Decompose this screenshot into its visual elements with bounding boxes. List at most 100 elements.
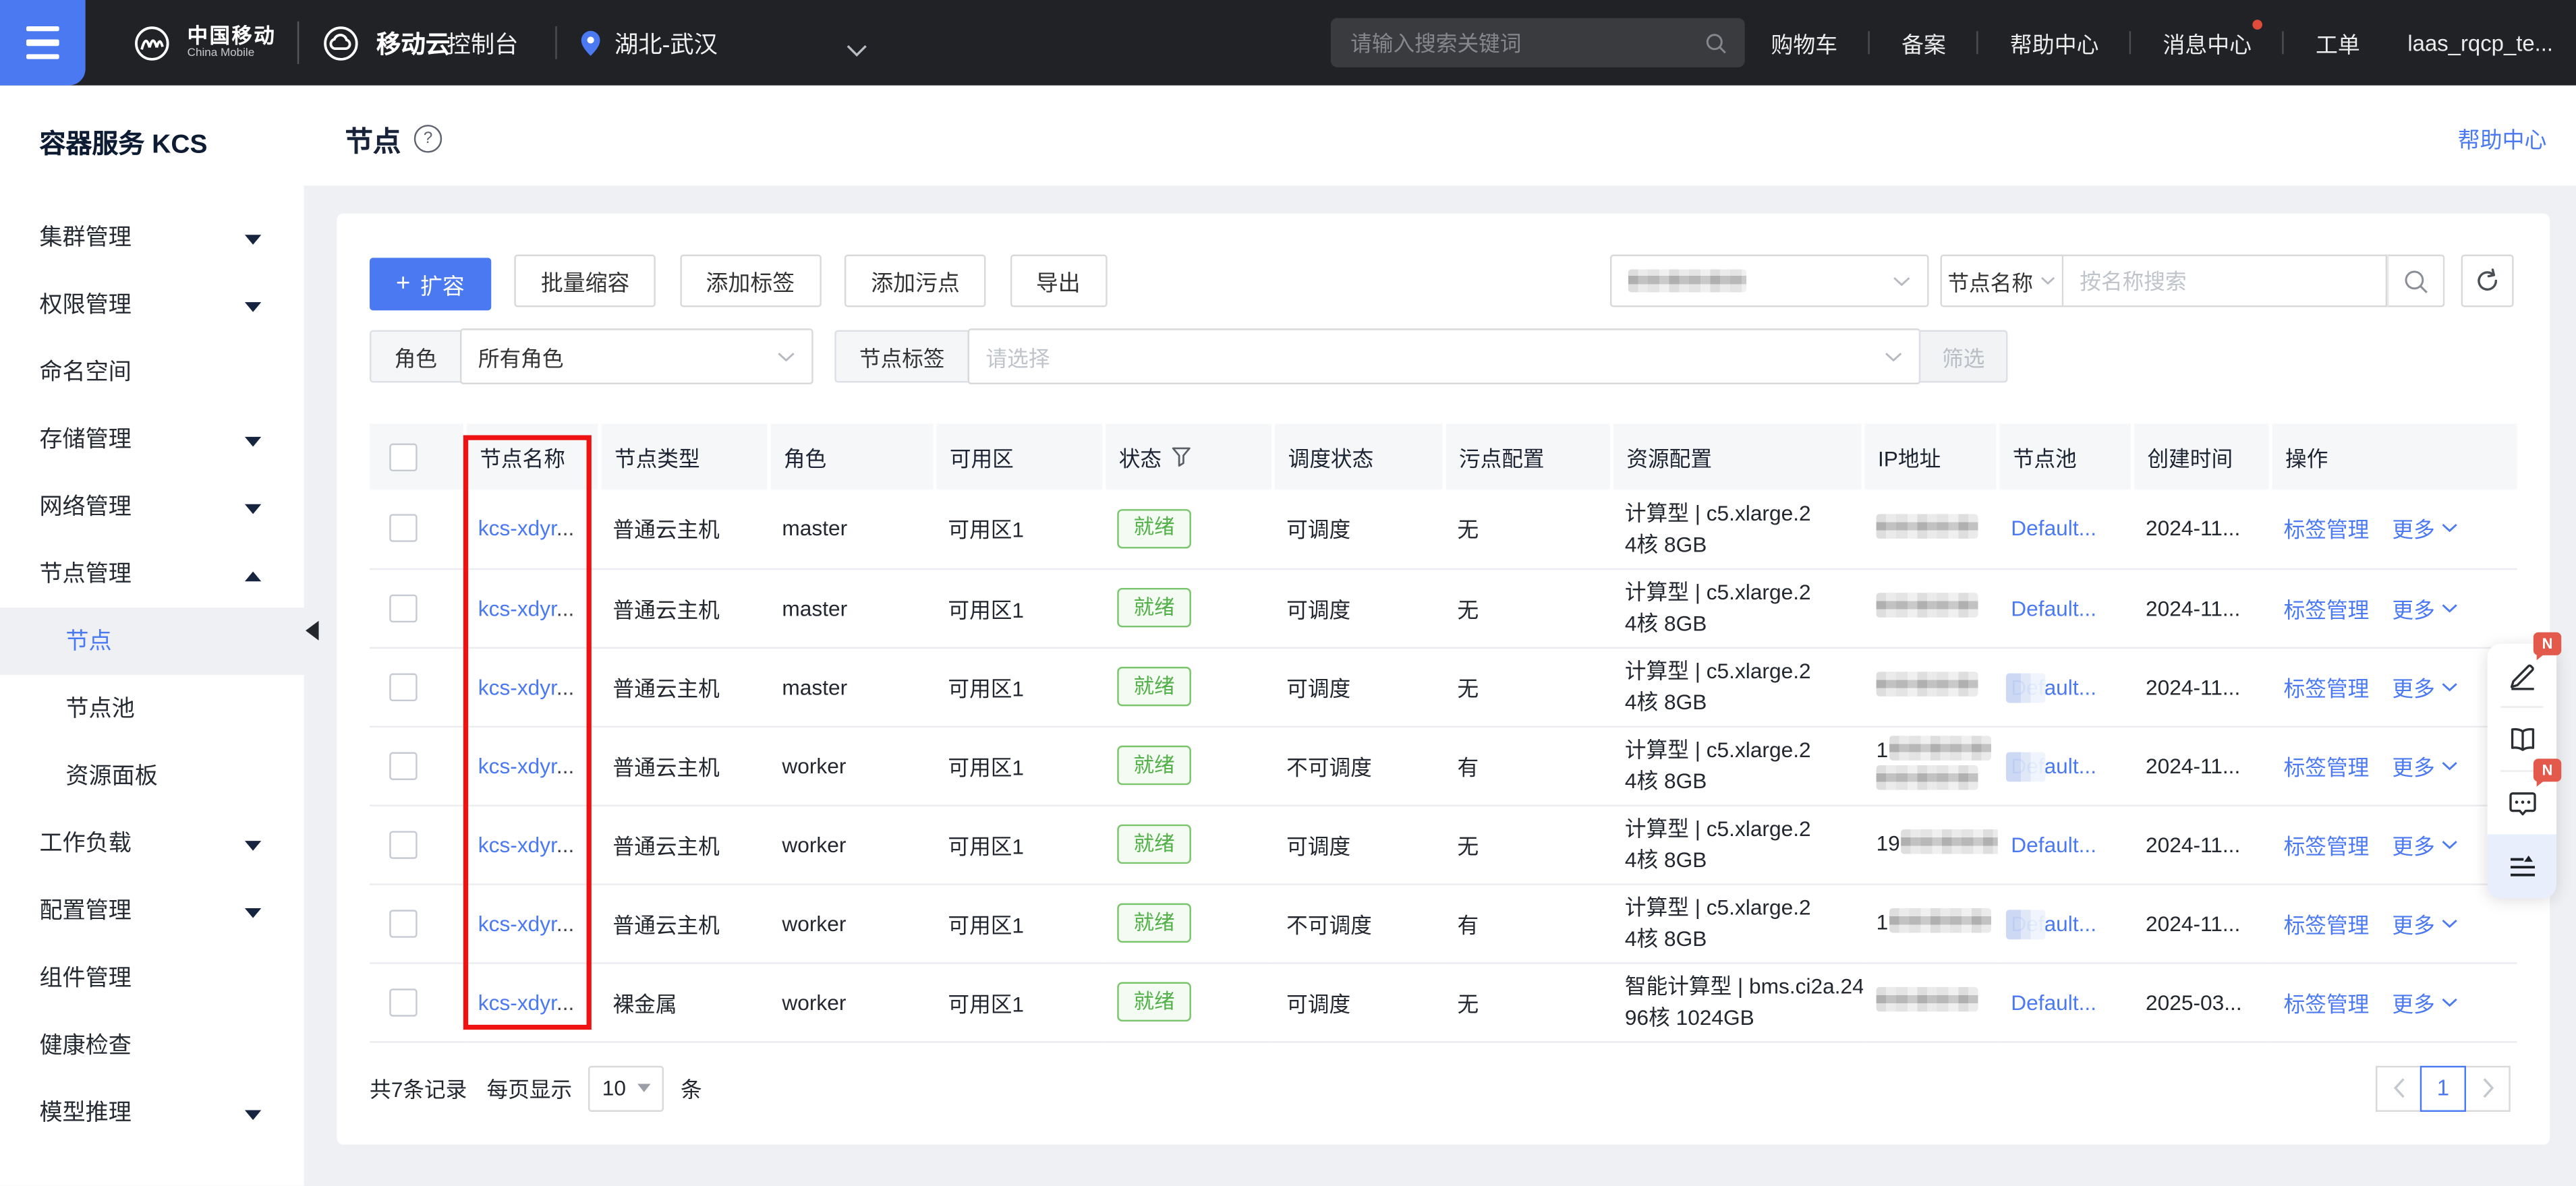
page-size-select[interactable]: 10 bbox=[589, 1065, 664, 1111]
sidebar-item-namespace[interactable]: 命名空间 bbox=[0, 338, 304, 406]
row-checkbox[interactable] bbox=[389, 909, 417, 937]
node-pool-link[interactable]: Default... bbox=[2011, 516, 2096, 541]
help-question-icon[interactable]: ? bbox=[414, 125, 442, 152]
global-search-input[interactable] bbox=[1347, 29, 1704, 57]
row-checkbox[interactable] bbox=[389, 514, 417, 542]
node-tag-filter-select[interactable]: 请选择 bbox=[968, 328, 1921, 384]
sidebar-collapse-handle[interactable] bbox=[306, 621, 318, 641]
node-pool-link[interactable]: Default... bbox=[2011, 911, 2096, 936]
more-actions-link[interactable]: 更多 bbox=[2392, 908, 2457, 939]
node-search-input[interactable] bbox=[2063, 268, 2385, 293]
chevron-down-icon bbox=[777, 351, 795, 362]
tag-manage-link[interactable]: 标签管理 bbox=[2284, 912, 2370, 937]
more-actions-link[interactable]: 更多 bbox=[2392, 671, 2457, 702]
node-name-link[interactable]: kcs-xdyr... bbox=[478, 911, 575, 936]
sidebar-item-node-management[interactable]: 节点管理 bbox=[0, 540, 304, 607]
sidebar-item-component-management[interactable]: 组件管理 bbox=[0, 945, 304, 1012]
node-name-cell: kcs-xdyr... bbox=[465, 647, 600, 726]
page-help-center-link[interactable]: 帮助中心 bbox=[2458, 121, 2547, 154]
refresh-button[interactable] bbox=[2461, 255, 2514, 307]
node-search-field[interactable] bbox=[2063, 255, 2387, 307]
sidebar-subitem-node-pool[interactable]: 节点池 bbox=[0, 675, 304, 742]
sidebar-item-storage-management[interactable]: 存储管理 bbox=[0, 406, 304, 473]
more-actions-link[interactable]: 更多 bbox=[2392, 592, 2457, 623]
tag-manage-link[interactable]: 标签管理 bbox=[2284, 676, 2370, 701]
node-name-link[interactable]: kcs-xdyr... bbox=[478, 516, 575, 541]
node-name-link[interactable]: kcs-xdyr... bbox=[478, 595, 575, 620]
tag-manage-link[interactable]: 标签管理 bbox=[2284, 833, 2370, 858]
caret-down-icon bbox=[637, 1084, 650, 1092]
sidebar-item-config-management[interactable]: 配置管理 bbox=[0, 877, 304, 945]
filter-funnel-icon[interactable] bbox=[1172, 446, 1191, 467]
more-actions-link[interactable]: 更多 bbox=[2392, 829, 2457, 860]
node-name-link[interactable]: kcs-xdyr... bbox=[478, 832, 575, 857]
nav-ticket-link[interactable]: 工单 bbox=[2316, 26, 2360, 59]
chevron-down-icon[interactable] bbox=[846, 36, 867, 66]
table-footer: 共7条记录 每页显示 10 条 1 bbox=[370, 1065, 2517, 1111]
tag-manage-link[interactable]: 标签管理 bbox=[2284, 518, 2370, 543]
node-pool-link[interactable]: Default... bbox=[2011, 990, 2096, 1015]
node-pool-link[interactable]: Default... bbox=[2011, 674, 2096, 699]
sidebar-subitem-node[interactable]: 节点 bbox=[0, 607, 304, 675]
current-page-button[interactable]: 1 bbox=[2420, 1065, 2466, 1111]
batch-scale-in-button[interactable]: 批量缩容 bbox=[515, 255, 656, 307]
actions-cell: 标签管理更多 bbox=[2270, 568, 2517, 647]
china-mobile-wordmark: 中国移动 China Mobile bbox=[188, 26, 277, 59]
node-pool-link[interactable]: Default... bbox=[2011, 595, 2096, 620]
status-ready-badge: 就绪 bbox=[1117, 667, 1191, 706]
resource-spec-cell: 计算型 | c5.xlarge.24核 8GB bbox=[1611, 568, 1863, 647]
sidebar-item-network-management[interactable]: 网络管理 bbox=[0, 473, 304, 540]
account-menu[interactable]: laas_rqcp_te... bbox=[2407, 30, 2553, 55]
more-actions-link[interactable]: 更多 bbox=[2392, 986, 2457, 1017]
nav-cart-link[interactable]: 购物车 bbox=[1771, 26, 1838, 59]
sidebar-item-workload[interactable]: 工作负载 bbox=[0, 810, 304, 877]
col-taint: 污点配置 bbox=[1444, 423, 1611, 489]
chevron-down-icon bbox=[245, 235, 261, 245]
nav-help-center-link[interactable]: 帮助中心 bbox=[2010, 26, 2099, 59]
table-row: kcs-xdyr...普通云主机master可用区1就绪可调度无计算型 | c5… bbox=[370, 490, 2517, 568]
region-selector[interactable]: 湖北-武汉 bbox=[578, 0, 718, 86]
sidebar-item-model-inference[interactable]: 模型推理 bbox=[0, 1079, 304, 1146]
node-pool-link[interactable]: Default... bbox=[2011, 753, 2096, 778]
more-actions-link[interactable]: 更多 bbox=[2392, 750, 2457, 781]
scale-out-button[interactable]: +扩容 bbox=[370, 257, 491, 309]
tag-manage-link[interactable]: 标签管理 bbox=[2284, 754, 2370, 779]
redaction-patch bbox=[2006, 751, 2045, 781]
next-page-button[interactable] bbox=[2465, 1065, 2511, 1111]
nav-message-center-link[interactable]: 消息中心 bbox=[2163, 26, 2252, 59]
node-name-link[interactable]: kcs-xdyr... bbox=[478, 753, 575, 778]
node-name-link[interactable]: kcs-xdyr... bbox=[478, 674, 575, 699]
search-type-select[interactable]: 节点名称 bbox=[1941, 255, 2063, 307]
search-icon[interactable] bbox=[1704, 30, 1729, 55]
prev-page-button[interactable] bbox=[2376, 1065, 2422, 1111]
node-pool-link[interactable]: Default... bbox=[2011, 832, 2096, 857]
add-taint-button[interactable]: 添加污点 bbox=[845, 255, 985, 307]
row-checkbox[interactable] bbox=[389, 594, 417, 622]
sidebar-item-cluster-management[interactable]: 集群管理 bbox=[0, 204, 304, 271]
chevron-down-icon bbox=[2442, 523, 2458, 534]
select-all-checkbox[interactable] bbox=[389, 442, 417, 470]
add-label-button[interactable]: 添加标签 bbox=[680, 255, 821, 307]
export-button[interactable]: 导出 bbox=[1010, 255, 1107, 307]
row-checkbox[interactable] bbox=[389, 830, 417, 858]
hamburger-menu-button[interactable] bbox=[0, 0, 86, 86]
row-checkbox[interactable] bbox=[389, 751, 417, 779]
tag-manage-link[interactable]: 标签管理 bbox=[2284, 597, 2370, 622]
nav-filing-link[interactable]: 备案 bbox=[1901, 26, 1946, 59]
tag-manage-link[interactable]: 标签管理 bbox=[2284, 991, 2370, 1016]
nav-console-link[interactable]: 控制台 bbox=[447, 0, 519, 86]
cluster-select[interactable] bbox=[1610, 255, 1929, 307]
node-name-link[interactable]: kcs-xdyr... bbox=[478, 990, 575, 1015]
row-checkbox[interactable] bbox=[389, 672, 417, 700]
collapse-toolbar-button[interactable] bbox=[2488, 834, 2556, 898]
filter-apply-button[interactable]: 筛选 bbox=[1919, 330, 2008, 383]
global-search[interactable] bbox=[1331, 18, 1745, 67]
role-filter-select[interactable]: 所有角色 bbox=[460, 328, 813, 384]
sidebar-item-label: 存储管理 bbox=[39, 425, 131, 452]
sidebar-item-health-check[interactable]: 健康检查 bbox=[0, 1011, 304, 1079]
sidebar-subitem-resource-panel[interactable]: 资源面板 bbox=[0, 742, 304, 810]
search-submit-button[interactable] bbox=[2387, 255, 2445, 307]
sidebar-item-permission-management[interactable]: 权限管理 bbox=[0, 271, 304, 338]
row-checkbox[interactable] bbox=[389, 988, 417, 1015]
more-actions-link[interactable]: 更多 bbox=[2392, 513, 2457, 544]
